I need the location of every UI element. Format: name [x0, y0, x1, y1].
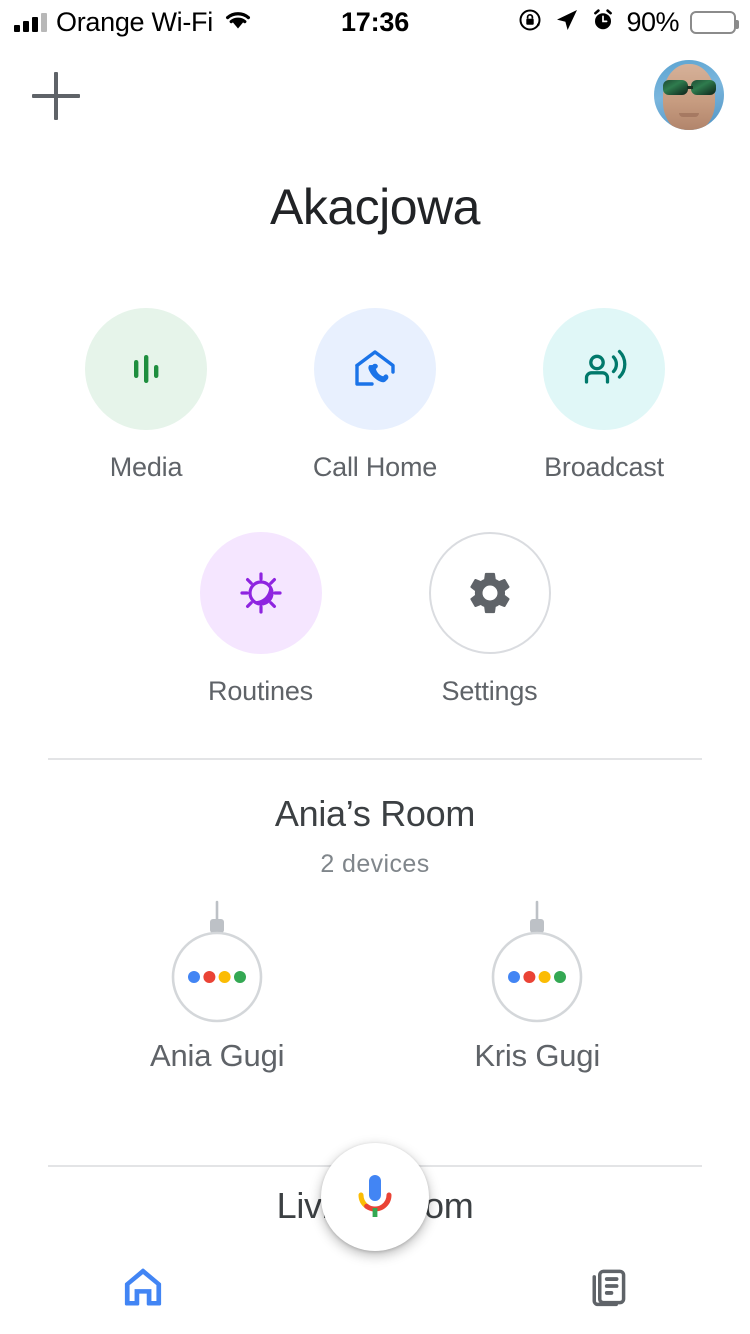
device-item[interactable]: Ania Gugi: [149, 898, 285, 1074]
alarm-clock-icon: [591, 8, 615, 37]
quick-actions-row-2: Routines Settings: [0, 532, 750, 707]
call-home-bubble: [314, 308, 436, 430]
broadcast-bubble: [543, 308, 665, 430]
settings-bubble: [428, 532, 551, 654]
action-routines[interactable]: Routines: [173, 532, 348, 707]
quick-actions-row-1: Media Call Home Broadcast: [0, 308, 750, 483]
action-routines-label: Routines: [208, 676, 313, 706]
avatar-mouth: [679, 113, 699, 117]
avatar-face: [663, 64, 715, 130]
avatar-sunglasses: [660, 80, 718, 95]
avatar[interactable]: [654, 60, 724, 130]
home-icon: [124, 1268, 161, 1306]
call-home-icon: [355, 350, 395, 386]
google-assistant-mic: [358, 1175, 392, 1217]
nest-mini-speaker-icon: [171, 900, 263, 1023]
page-title: Akacjowa: [270, 179, 481, 235]
device-name: Ania Gugi: [149, 1038, 285, 1073]
action-media[interactable]: Media: [59, 308, 234, 483]
device-list: Ania Gugi Kris Gugi: [0, 898, 750, 1074]
action-call-home[interactable]: Call Home: [288, 308, 463, 483]
nest-mini-speaker-icon: [491, 900, 583, 1023]
rotation-lock-icon: [517, 7, 543, 38]
action-settings-label: Settings: [441, 676, 538, 706]
app-screen: Orange Wi-Fi 17:36 90% Akacjowa Media Ca…: [0, 0, 750, 1334]
feed-icon: [592, 1269, 625, 1307]
nav-item-feed[interactable]: [465, 1240, 750, 1334]
location-arrow-icon: [554, 7, 580, 38]
routines-sun-moon-icon: [239, 572, 282, 614]
status-bar-right: 90%: [517, 6, 739, 38]
action-media-label: Media: [109, 452, 183, 482]
gear-icon: [469, 572, 510, 614]
assistant-mic-button[interactable]: [321, 1143, 429, 1251]
action-settings[interactable]: Settings: [402, 532, 577, 707]
room-device-count: 2 devices: [320, 850, 430, 878]
status-bar: Orange Wi-Fi 17:36 90%: [0, 0, 750, 44]
device-item[interactable]: Kris Gugi: [474, 898, 600, 1074]
action-call-home-label: Call Home: [312, 452, 438, 482]
bottom-nav: [0, 1240, 750, 1334]
add-icon[interactable]: [32, 72, 80, 120]
action-broadcast[interactable]: Broadcast: [517, 308, 692, 483]
media-bubble: [85, 308, 207, 430]
app-header: [0, 44, 750, 159]
device-name: Kris Gugi: [474, 1038, 601, 1073]
battery-icon: [690, 10, 739, 34]
media-bars-icon: [134, 355, 159, 383]
battery-percent-label: 90%: [626, 6, 679, 37]
broadcast-icon: [584, 349, 627, 384]
routines-bubble: [199, 532, 322, 654]
nav-item-home[interactable]: [0, 1240, 285, 1334]
section-divider: [48, 758, 702, 760]
room-title: Ania’s Room: [274, 793, 476, 834]
action-broadcast-label: Broadcast: [544, 452, 664, 482]
